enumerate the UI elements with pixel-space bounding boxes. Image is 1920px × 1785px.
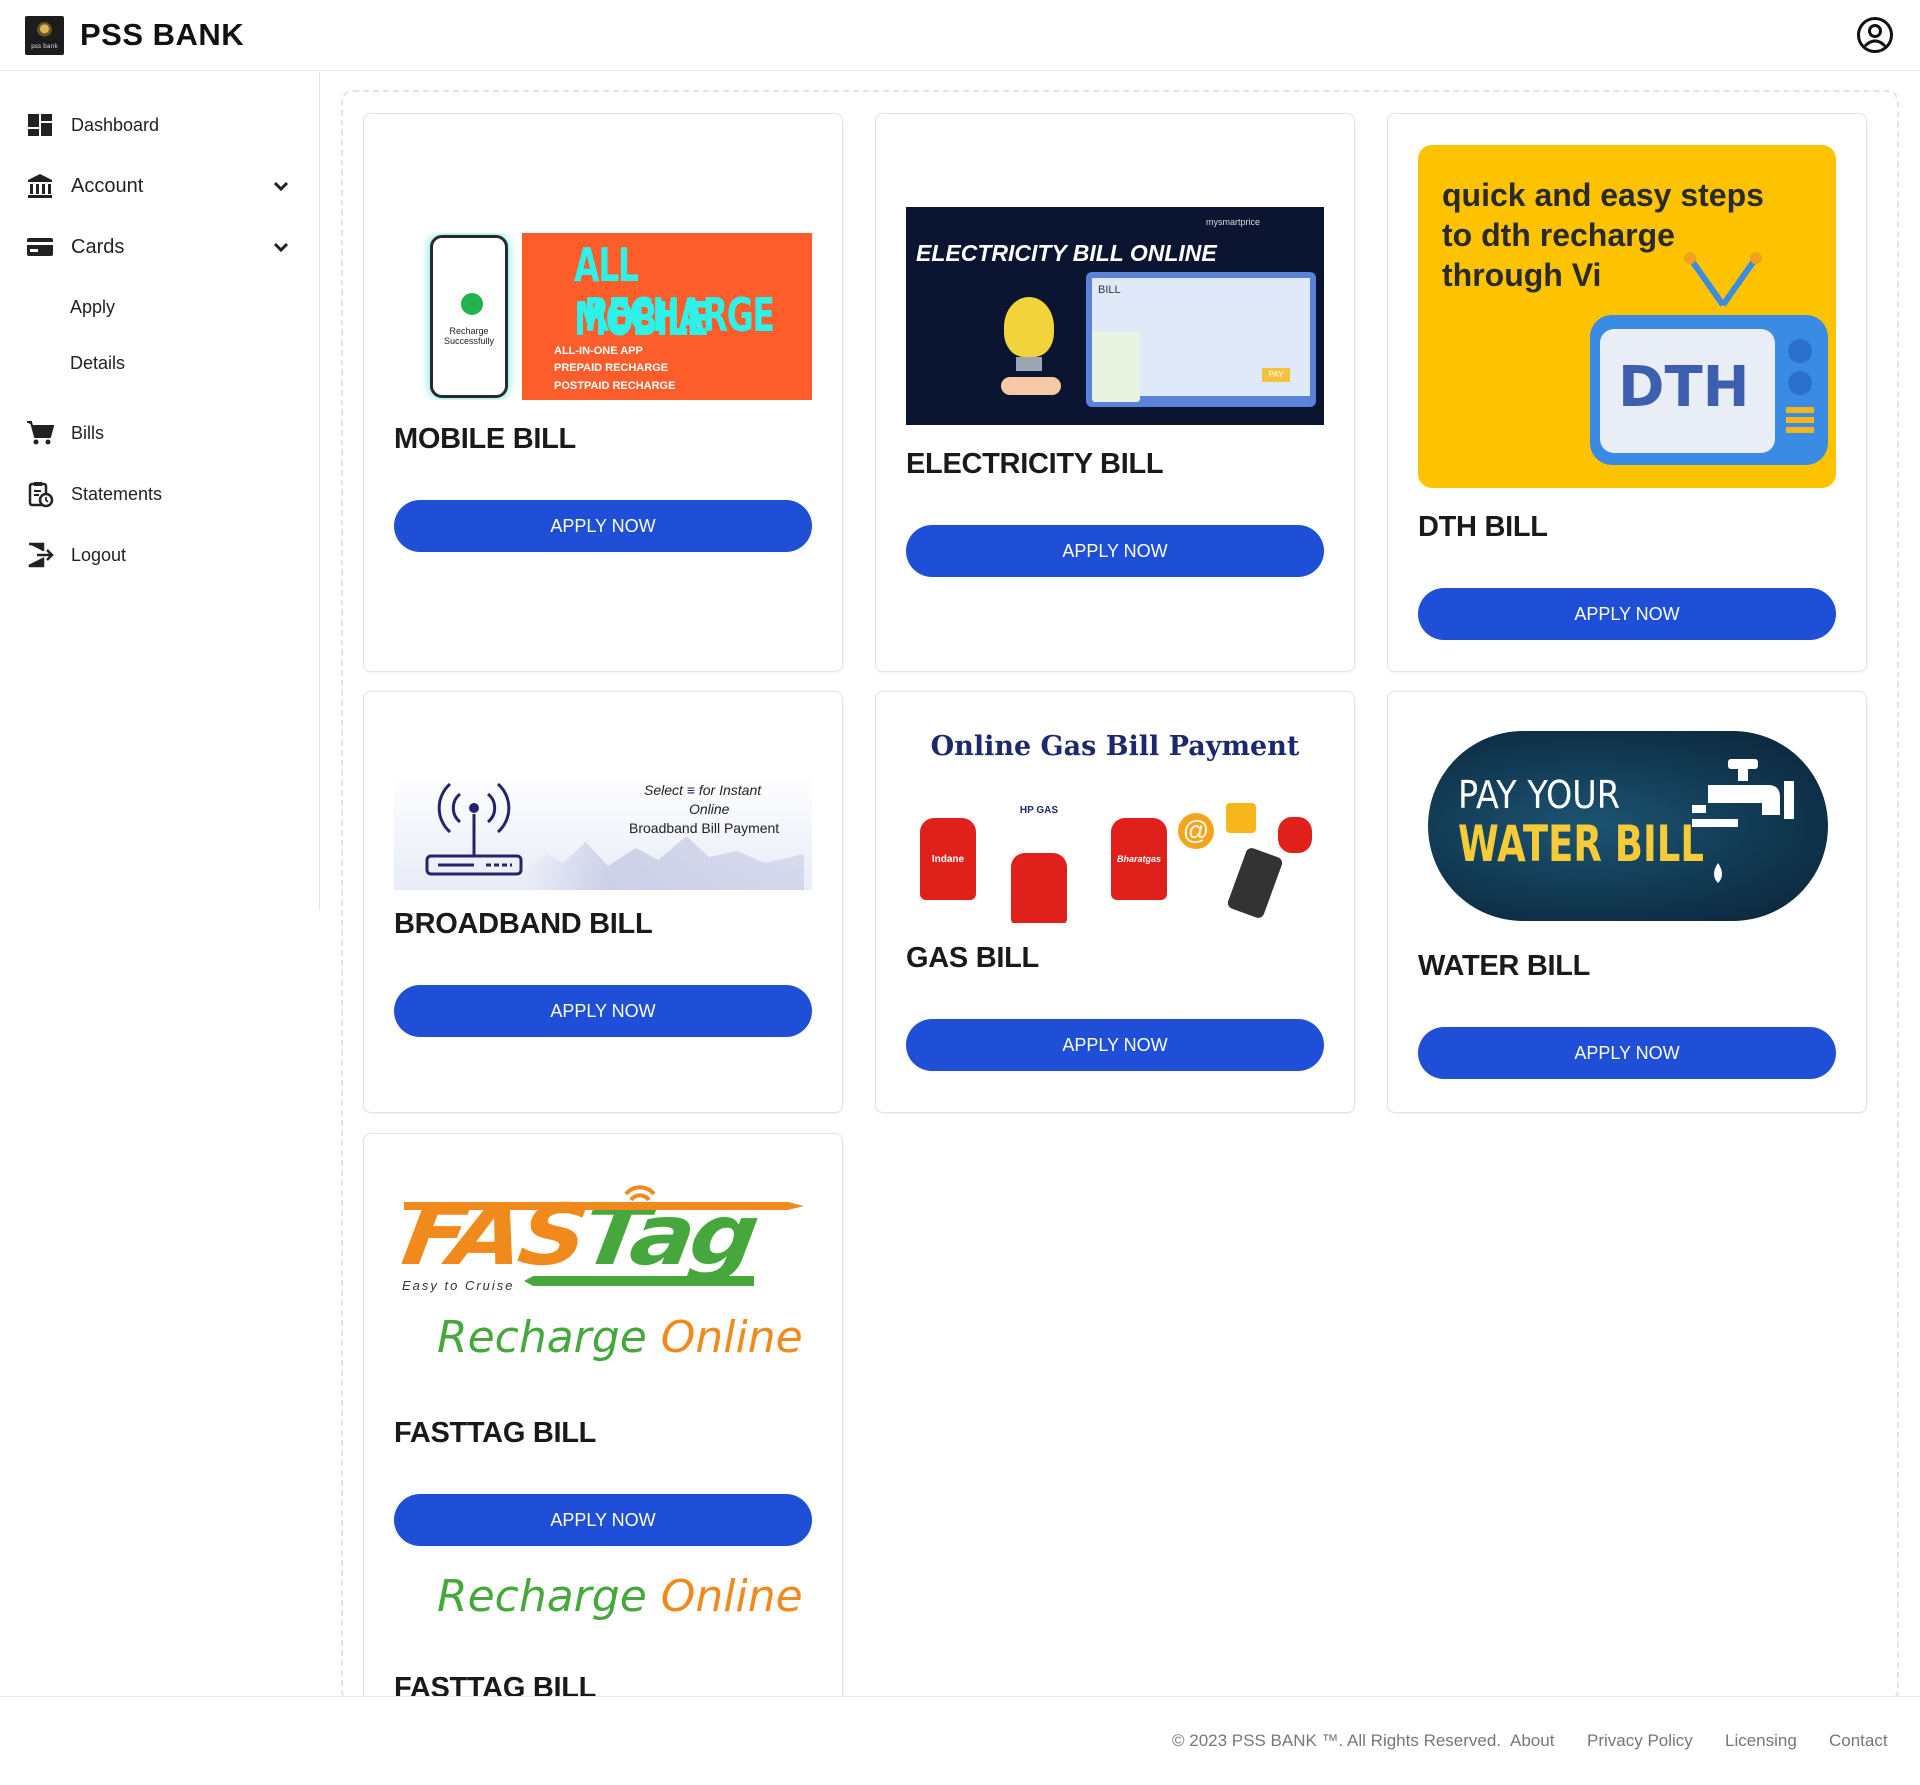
- card-title: MOBILE BILL: [394, 423, 576, 455]
- mobile-recharge-image: Recharge Successfully ALL MOBILE RECHARG…: [394, 233, 812, 400]
- card-title: BROADBAND BILL: [394, 908, 653, 940]
- sidebar-item-logout[interactable]: Logout: [0, 533, 320, 577]
- bill-card-dth: quick and easy steps to dth recharge thr…: [1387, 113, 1867, 672]
- footer-link-about[interactable]: About: [1510, 1731, 1554, 1751]
- broadband-bill-image: Select ≡ for Instant Online Broadband Bi…: [394, 770, 812, 890]
- card-title: FASTTAG BILL: [394, 1417, 597, 1449]
- sidebar-item-label: Logout: [71, 545, 127, 565]
- bbps-logo-icon: ≡: [686, 782, 695, 798]
- sidebar-item-cards[interactable]: Cards: [0, 225, 320, 269]
- antenna-icon: [1684, 252, 1762, 307]
- dashboard-icon: [28, 114, 52, 136]
- fastag-recharge-image: FASTag Easy to Cruise Recharge Online: [394, 1178, 812, 1378]
- lightbulb-icon: [1004, 297, 1054, 357]
- bills-content-area: Recharge Successfully ALL MOBILE RECHARG…: [341, 90, 1899, 1713]
- tv-graphic: DTH: [1590, 315, 1828, 465]
- email-at-icon: @: [1178, 813, 1214, 849]
- card-title: ELECTRICITY BILL: [906, 448, 1164, 480]
- electricity-bill-image: mysmartprice ELECTRICITY BILL ONLINE BIL…: [906, 207, 1324, 425]
- chevron-down-icon[interactable]: [271, 237, 291, 257]
- logout-icon: [28, 542, 54, 568]
- brand-name: PSS BANK: [80, 17, 245, 52]
- footer-link-privacy-policy[interactable]: Privacy Policy: [1587, 1731, 1693, 1751]
- sidebar-item-label: Account: [71, 175, 144, 197]
- apply-now-button[interactable]: APPLY NOW: [906, 1019, 1324, 1071]
- footer: © 2023 PSS BANK ™. All Rights Reserved. …: [0, 1696, 1920, 1785]
- gas-bill-image: Online Gas Bill Payment Indane HP GAS Bh…: [906, 723, 1324, 923]
- apply-now-button[interactable]: APPLY NOW: [394, 985, 812, 1037]
- logo-emblem-icon: [37, 22, 52, 39]
- clipboard-clock-icon: [28, 482, 54, 508]
- bank-logo[interactable]: pss bank: [25, 16, 64, 55]
- bill-card-gas: Online Gas Bill Payment Indane HP GAS Bh…: [875, 691, 1355, 1113]
- sidebar-subitem-apply[interactable]: Apply: [70, 297, 115, 318]
- sidebar: Dashboard Account Cards Apply Details Bi…: [0, 72, 320, 910]
- card-title: WATER BILL: [1418, 950, 1591, 982]
- bill-card-mobile: Recharge Successfully ALL MOBILE RECHARG…: [363, 113, 843, 672]
- top-header: pss bank PSS BANK: [0, 0, 1920, 71]
- fastag-repeat-caption: Recharge Online: [437, 1571, 803, 1622]
- apply-now-button[interactable]: APPLY NOW: [906, 525, 1324, 577]
- bank-icon: [28, 174, 52, 198]
- sidebar-item-bills[interactable]: Bills: [0, 411, 320, 455]
- footer-link-licensing[interactable]: Licensing: [1725, 1731, 1797, 1751]
- fastag-logo: FASTag: [396, 1186, 762, 1284]
- chevron-down-icon[interactable]: [271, 176, 291, 196]
- apply-now-button[interactable]: APPLY NOW: [1418, 1027, 1836, 1079]
- dth-recharge-image: quick and easy steps to dth recharge thr…: [1418, 145, 1836, 488]
- bill-card-electricity: mysmartprice ELECTRICITY BILL ONLINE BIL…: [875, 113, 1355, 672]
- card-title: GAS BILL: [906, 942, 1039, 974]
- copyright-text: © 2023 PSS BANK ™. All Rights Reserved.: [1172, 1731, 1502, 1750]
- sidebar-item-account[interactable]: Account: [0, 164, 320, 208]
- router-icon: [425, 782, 523, 876]
- bill-card-broadband: Select ≡ for Instant Online Broadband Bi…: [363, 691, 843, 1113]
- bill-card-fasttag: FASTag Easy to Cruise Recharge Online FA…: [363, 1133, 843, 1713]
- water-bill-image: PAY YOUR WATER BILL: [1418, 723, 1836, 923]
- sidebar-subitem-details[interactable]: Details: [70, 353, 125, 374]
- check-icon: [461, 293, 483, 315]
- footer-link-contact[interactable]: Contact: [1829, 1731, 1888, 1751]
- phone-graphic: Recharge Successfully: [430, 235, 508, 398]
- sidebar-item-label: Bills: [71, 423, 105, 443]
- account-circle-icon[interactable]: [1856, 16, 1894, 54]
- apply-now-button[interactable]: APPLY NOW: [394, 500, 812, 552]
- smartphone-icon: [1226, 846, 1284, 920]
- sidebar-item-label: Statements: [71, 484, 163, 504]
- logo-caption: pss bank: [31, 43, 58, 50]
- sidebar-item-statements[interactable]: Statements: [0, 472, 320, 516]
- sidebar-item-label: Cards: [71, 236, 125, 258]
- gas-cylinder-icon: Bharatgas: [1111, 818, 1167, 900]
- card-title: DTH BILL: [1418, 511, 1548, 543]
- credit-card-icon: [27, 238, 53, 256]
- water-tap-icon: [1692, 759, 1794, 883]
- cart-icon: [27, 421, 54, 445]
- sidebar-item-label: Dashboard: [71, 115, 160, 135]
- apply-now-button[interactable]: APPLY NOW: [394, 1494, 812, 1546]
- apply-now-button[interactable]: APPLY NOW: [1418, 588, 1836, 640]
- bill-card-water: PAY YOUR WATER BILL WATER BILL APPLY NOW: [1387, 691, 1867, 1113]
- gas-cylinder-icon: Indane: [920, 818, 976, 900]
- sidebar-item-dashboard[interactable]: Dashboard: [0, 103, 320, 147]
- gas-cylinder-icon: [1011, 853, 1067, 923]
